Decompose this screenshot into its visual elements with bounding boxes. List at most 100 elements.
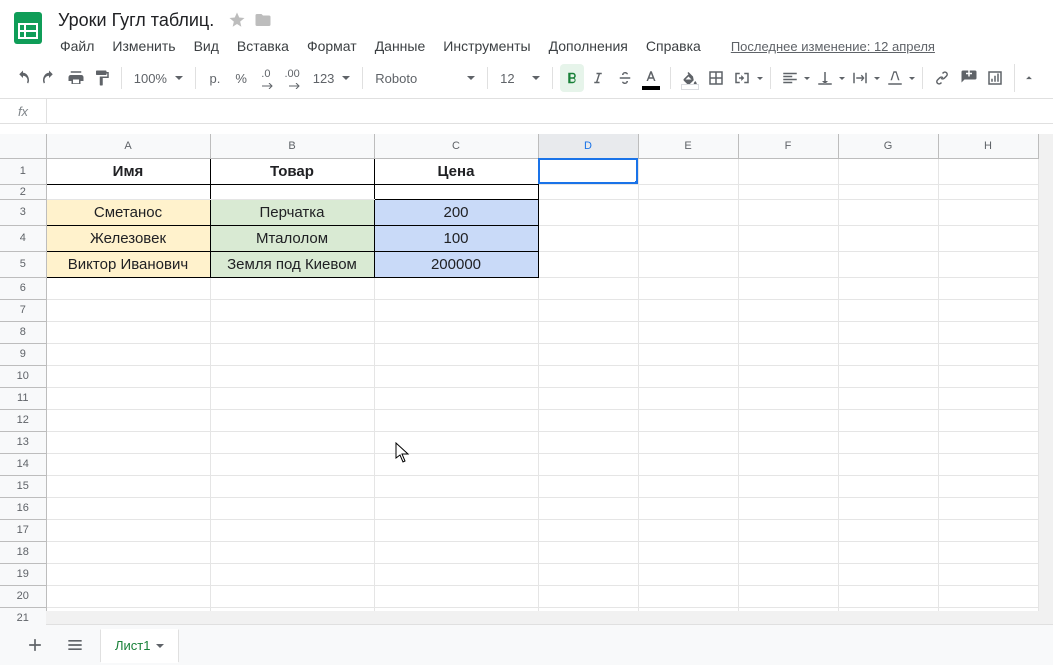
cell-A9[interactable] bbox=[46, 343, 210, 365]
scrollbar-vertical[interactable] bbox=[1039, 134, 1053, 625]
row-header-6[interactable]: 6 bbox=[0, 277, 46, 299]
cell-D8[interactable] bbox=[538, 321, 638, 343]
cell-G3[interactable] bbox=[838, 199, 938, 225]
cell-F3[interactable] bbox=[738, 199, 838, 225]
halign-button[interactable] bbox=[778, 64, 802, 92]
cell-G16[interactable] bbox=[838, 497, 938, 519]
cell-E20[interactable] bbox=[638, 585, 738, 607]
cell-B18[interactable] bbox=[210, 541, 374, 563]
select-all-corner[interactable] bbox=[0, 134, 46, 158]
percent-button[interactable]: % bbox=[229, 64, 253, 92]
cell-H20[interactable] bbox=[938, 585, 1038, 607]
cell-G13[interactable] bbox=[838, 431, 938, 453]
cell-D7[interactable] bbox=[538, 299, 638, 321]
cell-E6[interactable] bbox=[638, 277, 738, 299]
menu-view[interactable]: Вид bbox=[186, 34, 227, 58]
cell-A12[interactable] bbox=[46, 409, 210, 431]
cell-G14[interactable] bbox=[838, 453, 938, 475]
cell-C1[interactable]: Цена bbox=[374, 158, 538, 184]
cell-A10[interactable] bbox=[46, 365, 210, 387]
cell-B16[interactable] bbox=[210, 497, 374, 519]
row-header-15[interactable]: 15 bbox=[0, 475, 46, 497]
cell-G10[interactable] bbox=[838, 365, 938, 387]
col-header-D[interactable]: D bbox=[538, 134, 638, 158]
cell-G17[interactable] bbox=[838, 519, 938, 541]
cell-A17[interactable] bbox=[46, 519, 210, 541]
cell-G8[interactable] bbox=[838, 321, 938, 343]
row-header-14[interactable]: 14 bbox=[0, 453, 46, 475]
cell-E11[interactable] bbox=[638, 387, 738, 409]
row-header-17[interactable]: 17 bbox=[0, 519, 46, 541]
cell-E16[interactable] bbox=[638, 497, 738, 519]
cell-G2[interactable] bbox=[838, 184, 938, 199]
cell-H1[interactable] bbox=[938, 158, 1038, 184]
cell-C8[interactable] bbox=[374, 321, 538, 343]
cell-F6[interactable] bbox=[738, 277, 838, 299]
cell-E18[interactable] bbox=[638, 541, 738, 563]
add-sheet-button[interactable] bbox=[20, 630, 50, 660]
cell-C5[interactable]: 200000 bbox=[374, 251, 538, 277]
menu-format[interactable]: Формат bbox=[299, 34, 365, 58]
cell-D19[interactable] bbox=[538, 563, 638, 585]
cell-F12[interactable] bbox=[738, 409, 838, 431]
cell-A1[interactable]: Имя bbox=[46, 158, 210, 184]
text-color-button[interactable] bbox=[639, 64, 663, 92]
row-header-12[interactable]: 12 bbox=[0, 409, 46, 431]
doc-title[interactable]: Уроки Гугл таблиц. bbox=[52, 8, 220, 33]
cell-E2[interactable] bbox=[638, 184, 738, 199]
cell-B3[interactable]: Перчатка bbox=[210, 199, 374, 225]
col-header-E[interactable]: E bbox=[638, 134, 738, 158]
cell-H17[interactable] bbox=[938, 519, 1038, 541]
cell-E9[interactable] bbox=[638, 343, 738, 365]
cell-G20[interactable] bbox=[838, 585, 938, 607]
cell-B7[interactable] bbox=[210, 299, 374, 321]
currency-button[interactable]: р. bbox=[203, 64, 227, 92]
link-button[interactable] bbox=[930, 64, 954, 92]
cell-H10[interactable] bbox=[938, 365, 1038, 387]
menu-data[interactable]: Данные bbox=[367, 34, 434, 58]
cell-E8[interactable] bbox=[638, 321, 738, 343]
wrap-button[interactable] bbox=[848, 64, 872, 92]
cell-H3[interactable] bbox=[938, 199, 1038, 225]
cell-C4[interactable]: 100 bbox=[374, 225, 538, 251]
cell-A20[interactable] bbox=[46, 585, 210, 607]
print-button[interactable] bbox=[63, 64, 87, 92]
cell-G4[interactable] bbox=[838, 225, 938, 251]
cell-B11[interactable] bbox=[210, 387, 374, 409]
cell-H11[interactable] bbox=[938, 387, 1038, 409]
cell-D3[interactable] bbox=[538, 199, 638, 225]
cell-C11[interactable] bbox=[374, 387, 538, 409]
cell-D4[interactable] bbox=[538, 225, 638, 251]
cell-F10[interactable] bbox=[738, 365, 838, 387]
col-header-A[interactable]: A bbox=[46, 134, 210, 158]
app-icon[interactable] bbox=[8, 8, 48, 48]
cell-E17[interactable] bbox=[638, 519, 738, 541]
cell-D10[interactable] bbox=[538, 365, 638, 387]
cell-A6[interactable] bbox=[46, 277, 210, 299]
cell-F8[interactable] bbox=[738, 321, 838, 343]
cell-H9[interactable] bbox=[938, 343, 1038, 365]
grid-scroll[interactable]: ABCDEFGH1ИмяТоварЦена23СметаносПерчатка2… bbox=[0, 134, 1053, 625]
cell-D9[interactable] bbox=[538, 343, 638, 365]
cell-G6[interactable] bbox=[838, 277, 938, 299]
row-header-5[interactable]: 5 bbox=[0, 251, 46, 277]
cell-B17[interactable] bbox=[210, 519, 374, 541]
cell-B14[interactable] bbox=[210, 453, 374, 475]
row-header-7[interactable]: 7 bbox=[0, 299, 46, 321]
cell-A14[interactable] bbox=[46, 453, 210, 475]
cell-D18[interactable] bbox=[538, 541, 638, 563]
cell-A19[interactable] bbox=[46, 563, 210, 585]
cell-A5[interactable]: Виктор Иванович bbox=[46, 251, 210, 277]
cell-C6[interactable] bbox=[374, 277, 538, 299]
cell-C17[interactable] bbox=[374, 519, 538, 541]
cell-D15[interactable] bbox=[538, 475, 638, 497]
sheet-tab-menu-icon[interactable] bbox=[156, 644, 164, 648]
zoom-combo[interactable]: 100% bbox=[128, 64, 189, 92]
cell-C9[interactable] bbox=[374, 343, 538, 365]
menu-tools[interactable]: Инструменты bbox=[435, 34, 538, 58]
cell-F13[interactable] bbox=[738, 431, 838, 453]
row-header-9[interactable]: 9 bbox=[0, 343, 46, 365]
menu-file[interactable]: Файл bbox=[52, 34, 102, 58]
cell-D14[interactable] bbox=[538, 453, 638, 475]
cell-F11[interactable] bbox=[738, 387, 838, 409]
